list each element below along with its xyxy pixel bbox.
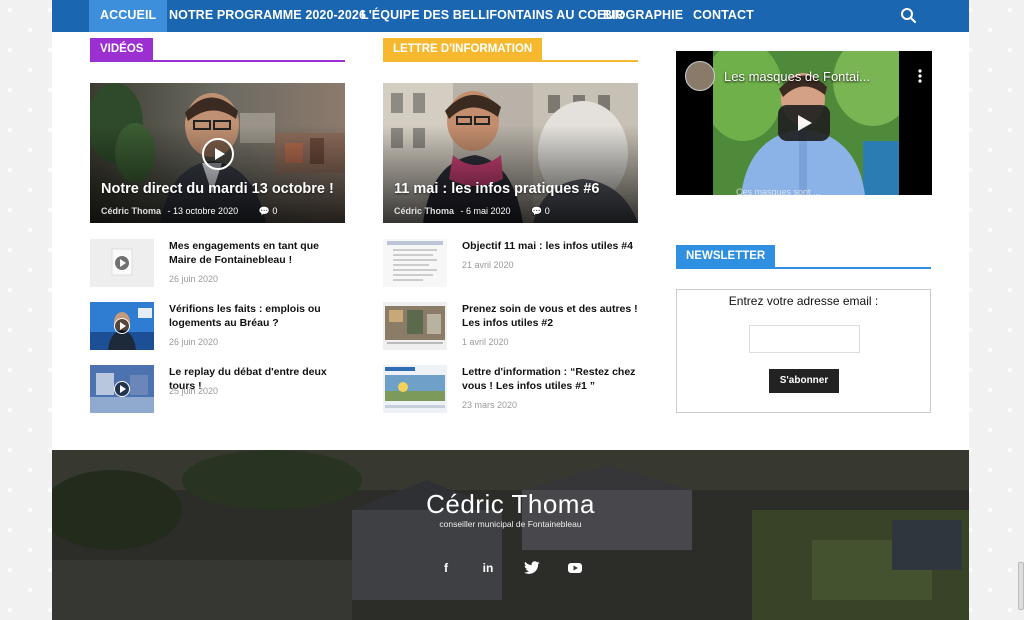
youtube-video-title[interactable]: Les masques de Fontai...: [724, 69, 870, 84]
list-item-thumbnail: [90, 239, 154, 287]
lettre-feature-card[interactable]: 11 mai : les infos pratiques #6 Cédric T…: [383, 83, 638, 223]
search-icon[interactable]: [899, 6, 919, 26]
play-icon: [114, 381, 130, 397]
footer-subtitle: conseiller municipal de Fontainebleau: [439, 519, 582, 529]
facebook-icon[interactable]: f: [436, 558, 456, 578]
footer-logo-name[interactable]: Cédric Thoma: [52, 489, 969, 520]
list-item-date: 25 juin 2020: [169, 386, 219, 396]
email-field[interactable]: [749, 325, 860, 353]
list-item-thumbnail: [383, 365, 447, 413]
list-item-date: 23 mars 2020: [462, 400, 518, 410]
list-item-title[interactable]: Prenez soin de vous et des autres ! Les …: [462, 302, 642, 330]
comment-icon[interactable]: 💬 0: [531, 206, 550, 216]
list-item[interactable]: Mes engagements en tant que Maire de Fon…: [90, 239, 345, 289]
twitter-icon[interactable]: [522, 558, 542, 578]
subscribe-button[interactable]: S'abonner: [769, 369, 839, 393]
list-item-title[interactable]: Vérifions les faits : emplois ou logemen…: [169, 302, 349, 330]
list-item-date: 26 juin 2020: [169, 274, 219, 284]
list-item[interactable]: Prenez soin de vous et des autres ! Les …: [383, 302, 638, 352]
footer: Cédric Thoma conseiller municipal de Fon…: [52, 450, 969, 620]
youtube-icon[interactable]: [565, 558, 585, 578]
videos-section-header: VIDÉOS: [90, 38, 345, 62]
lettre-feature-meta: Cédric Thoma - 6 mai 2020 💬 0: [394, 206, 550, 217]
lettre-header-label: LETTRE D'INFORMATION: [383, 38, 543, 60]
nav-item-accueil[interactable]: ACCUEIL: [89, 0, 168, 32]
list-item-date: 26 juin 2020: [169, 337, 219, 347]
feature-comment-count: 0: [272, 206, 278, 216]
footer-background-image: [52, 450, 969, 620]
linkedin-icon[interactable]: in: [478, 558, 498, 578]
feature-comment-count: 0: [544, 206, 550, 216]
list-item[interactable]: Vérifions les faits : emplois ou logemen…: [90, 302, 345, 352]
play-icon: [114, 318, 130, 334]
page-container: ACCUEIL NOTRE PROGRAMME 2020-2026 L'ÉQUI…: [52, 0, 969, 620]
youtube-caption: Ces masques sont ...: [736, 187, 821, 195]
list-item-date: 1 avril 2020: [462, 337, 509, 347]
feature-author[interactable]: Cédric Thoma: [101, 206, 161, 216]
youtube-play-button[interactable]: [778, 105, 830, 141]
videos-feature-title[interactable]: Notre direct du mardi 13 octobre !: [101, 181, 337, 197]
videos-feature-meta: Cédric Thoma - 13 octobre 2020 💬 0: [101, 206, 277, 217]
scrollbar-handle[interactable]: [1018, 562, 1024, 610]
lettre-section-header: LETTRE D'INFORMATION: [383, 38, 638, 62]
list-item-thumbnail: [383, 239, 447, 287]
nav-item-contact[interactable]: CONTACT: [693, 0, 754, 32]
feature-author[interactable]: Cédric Thoma: [394, 206, 454, 216]
lettre-header-line: [383, 60, 638, 62]
comment-icon[interactable]: 💬 0: [259, 206, 278, 216]
newsletter-header-label: NEWSLETTER: [676, 245, 776, 267]
lettre-feature-title[interactable]: 11 mai : les infos pratiques #6: [394, 181, 630, 197]
list-item-title[interactable]: Objectif 11 mai : les infos utiles #4: [462, 239, 642, 253]
list-item-thumbnail: [90, 365, 154, 413]
feature-date: - 6 mai 2020: [460, 206, 511, 216]
play-icon: [114, 255, 130, 271]
play-icon[interactable]: [202, 138, 234, 170]
youtube-embed[interactable]: Les masques de Fontai... Ces masques son…: [676, 51, 932, 195]
lettre-feature-shade: [383, 83, 638, 223]
main-nav: ACCUEIL NOTRE PROGRAMME 2020-2026 L'ÉQUI…: [52, 0, 969, 32]
videos-header-line: [90, 60, 345, 62]
newsletter-header-line: [676, 267, 931, 269]
list-item-date: 21 avril 2020: [462, 260, 514, 270]
nav-item-equipe[interactable]: L'ÉQUIPE DES BELLIFONTAINS AU COEUR: [361, 0, 624, 32]
list-item[interactable]: Le replay du débat d'entre deux tours ! …: [90, 365, 345, 415]
videos-header-label: VIDÉOS: [90, 38, 154, 60]
videos-feature-card[interactable]: Notre direct du mardi 13 octobre ! Cédri…: [90, 83, 345, 223]
channel-avatar[interactable]: [685, 61, 715, 91]
list-item[interactable]: Lettre d'information : “Restez chez vous…: [383, 365, 638, 415]
list-item[interactable]: Objectif 11 mai : les infos utiles #4 21…: [383, 239, 638, 289]
list-item-title[interactable]: Mes engagements en tant que Maire de Fon…: [169, 239, 349, 267]
newsletter-form: Entrez votre adresse email : S'abonner: [676, 289, 931, 413]
email-label: Entrez votre adresse email :: [728, 294, 879, 308]
more-options-icon[interactable]: [918, 69, 922, 83]
nav-item-programme[interactable]: NOTRE PROGRAMME 2020-2026: [169, 0, 366, 32]
newsletter-section-header: NEWSLETTER: [676, 245, 931, 269]
nav-item-biographie[interactable]: BIOGRAPHIE: [603, 0, 683, 32]
list-item-thumbnail: [90, 302, 154, 350]
feature-date: - 13 octobre 2020: [167, 206, 239, 216]
list-item-title[interactable]: Lettre d'information : “Restez chez vous…: [462, 365, 642, 393]
list-item-thumbnail: [383, 302, 447, 350]
